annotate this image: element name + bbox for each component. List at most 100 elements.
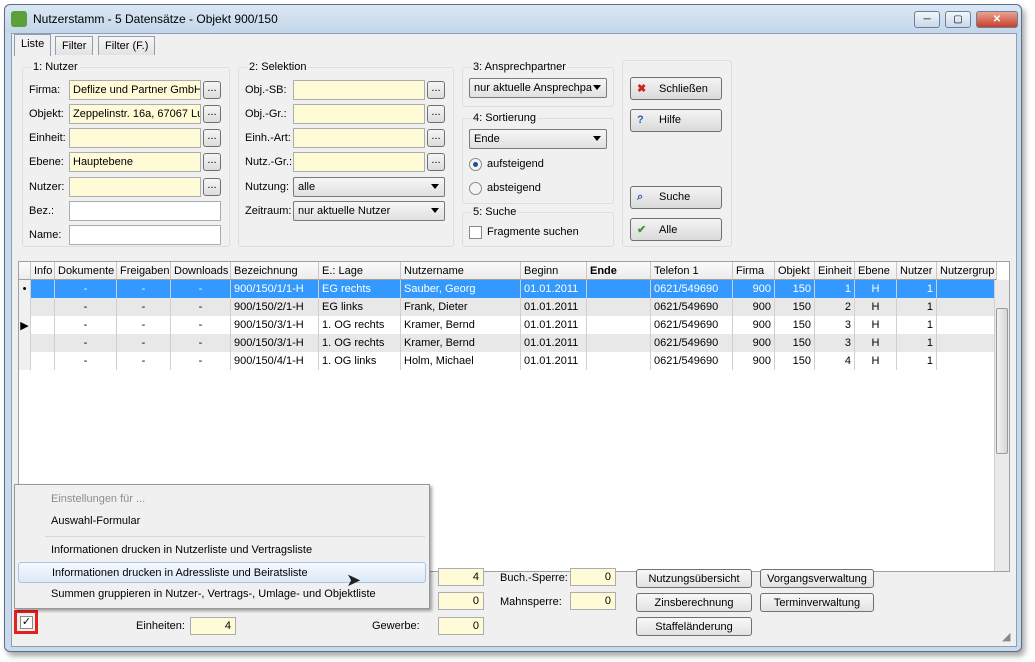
ansprechpartner-dropdown[interactable]: nur aktuelle Ansprechpa [469,78,607,98]
alle-button[interactable]: ✔ Alle [630,218,722,241]
zeitraum-dropdown[interactable]: nur aktuelle Nutzer [293,201,445,221]
schliessen-button[interactable]: ✖ Schließen [630,77,722,100]
column-header-1[interactable]: Dokumente [55,262,117,280]
nutzer-browse-button[interactable]: ... [203,178,221,196]
title-bar[interactable]: Nutzerstamm - 5 Datensätze - Objekt 900/… [5,5,1021,33]
einheit-browse-button[interactable]: ... [203,129,221,147]
nutzer-field[interactable] [69,177,201,197]
table-cell: 150 [775,316,815,334]
column-header-8[interactable]: Ende [587,262,651,280]
menu-item-nutzerliste[interactable]: Informationen drucken in Nutzerliste und… [18,540,426,561]
terminverwaltung-button[interactable]: Terminverwaltung [760,593,874,612]
suche-button[interactable]: ⌕ Suche [630,186,722,209]
tab-liste[interactable]: Liste [14,34,52,56]
objekt-browse-button[interactable]: ... [203,105,221,123]
column-header-13[interactable]: Ebene [855,262,897,280]
radio-aufsteigend[interactable] [469,158,482,171]
tab-filter[interactable]: Filter [55,36,94,55]
nutzgr-field[interactable] [293,152,425,172]
row-marker[interactable] [19,352,31,370]
column-header-14[interactable]: Nutzer [897,262,937,280]
row-marker[interactable]: ▶ [19,316,31,334]
table-row[interactable]: - - -900/150/4/1-H 1. OG links Holm, Michael… [19,352,997,370]
table-cell [587,352,651,370]
close-icon: ✖ [637,83,647,95]
fragmente-checkbox[interactable] [469,226,482,239]
nutzungsuebersicht-button[interactable]: Nutzungsübersicht [636,569,752,588]
column-header-15[interactable]: Nutzergrup [937,262,997,280]
ebene-field[interactable]: Hauptebene [69,152,201,172]
menu-item-auswahl-formular[interactable]: Auswahl-Formular [18,511,426,532]
objsb-browse-button[interactable]: ... [427,81,445,99]
resize-grip-icon[interactable]: ◢ [1002,630,1010,643]
table-cell: 01.01.2011 [521,334,587,352]
column-header-11[interactable]: Objekt [775,262,815,280]
firma-field[interactable]: Deflize und Partner GmbH [69,80,201,100]
context-menu: Einstellungen für ... Auswahl-Formular I… [14,484,430,609]
group-sortierung-title: 4: Sortierung [471,112,538,124]
close-window-button[interactable]: ✕ [976,11,1018,28]
column-header-12[interactable]: Einheit [815,262,855,280]
maximize-button[interactable]: ▢ [945,11,971,28]
column-header-6[interactable]: Nutzername [401,262,521,280]
column-header-5[interactable]: E.: Lage [319,262,401,280]
table-cell: 150 [775,280,815,298]
column-header-3[interactable]: Downloads [171,262,231,280]
tab-filter-f[interactable]: Filter (F.) [98,36,156,55]
mahnsperre-value: 0 [570,592,616,610]
firma-label: Firma: [29,84,61,96]
window-title: Nutzerstamm - 5 Datensätze - Objekt 900/… [33,12,278,26]
row-marker[interactable] [19,298,31,316]
firma-browse-button[interactable]: ... [203,81,221,99]
minimize-button[interactable]: ─ [914,11,940,28]
einhart-field[interactable] [293,128,425,148]
staffelaenderung-button[interactable]: Staffeländerung [636,617,752,636]
hilfe-button[interactable]: ? Hilfe [630,109,722,132]
column-header-10[interactable]: Firma [733,262,775,280]
einhart-browse-button[interactable]: ... [427,129,445,147]
name-field[interactable] [69,225,221,245]
table-cell: - [117,352,171,370]
objsb-field[interactable] [293,80,425,100]
help-icon: ? [637,114,644,126]
group-nutzer-title: 1: Nutzer [31,61,80,73]
radio-absteigend[interactable] [469,182,482,195]
table-row[interactable]: - - -900/150/3/1-H 1. OG rechts Kramer, Bern… [19,334,997,352]
table-cell: 900/150/3/1-H [231,334,319,352]
table-row[interactable]: - - -900/150/2/1-H EG links Frank, Dieter 01.… [19,298,997,316]
objgr-field[interactable] [293,104,425,124]
bez-field[interactable] [69,201,221,221]
ebene-browse-button[interactable]: ... [203,153,221,171]
einheit-label: Einheit: [29,132,66,144]
zinsberechnung-button[interactable]: Zinsberechnung [636,593,752,612]
sortierung-dropdown[interactable]: Ende [469,129,607,149]
column-header-7[interactable]: Beginn [521,262,587,280]
nutzung-dropdown[interactable]: alle [293,177,445,197]
table-row[interactable]: ▶ - - -900/150/3/1-H 1. OG rechts Kramer, Ber… [19,316,997,334]
mouse-cursor-icon: ➤ [346,570,362,590]
nutzgr-browse-button[interactable]: ... [427,153,445,171]
objekt-field[interactable]: Zeppelinstr. 16a, 67067 Lu [69,104,201,124]
vertical-scrollbar[interactable] [994,280,1009,571]
menu-toggle-checkbox[interactable]: ✓ [20,616,33,629]
zeitraum-value: nur aktuelle Nutzer [298,205,391,217]
buchsperre-label: Buch.-Sperre: [500,572,568,584]
column-header-0[interactable]: Info [31,262,55,280]
row-marker[interactable] [19,334,31,352]
objgr-browse-button[interactable]: ... [427,105,445,123]
row-marker[interactable]: • [19,280,31,298]
column-header-4[interactable]: Bezeichnung [231,262,319,280]
chevron-down-icon [431,208,439,213]
checkmark-icon: ✔ [637,224,647,236]
vorgangsverwaltung-button[interactable]: Vorgangsverwaltung [760,569,874,588]
column-header-9[interactable]: Telefon 1 [651,262,733,280]
scrollbar-thumb[interactable] [996,308,1008,454]
table-cell: 4 [815,352,855,370]
hilfe-label: Hilfe [659,114,682,126]
menu-item-einstellungen[interactable]: Einstellungen für ... [18,489,426,510]
einheit-field[interactable] [69,128,201,148]
table-row[interactable]: • - - -900/150/1/1-H EG rechts Sauber, Georg 0… [19,280,997,298]
objekt-label: Objekt: [29,108,64,120]
group-suche-title: 5: Suche [471,206,519,218]
column-header-2[interactable]: Freigaben [117,262,171,280]
